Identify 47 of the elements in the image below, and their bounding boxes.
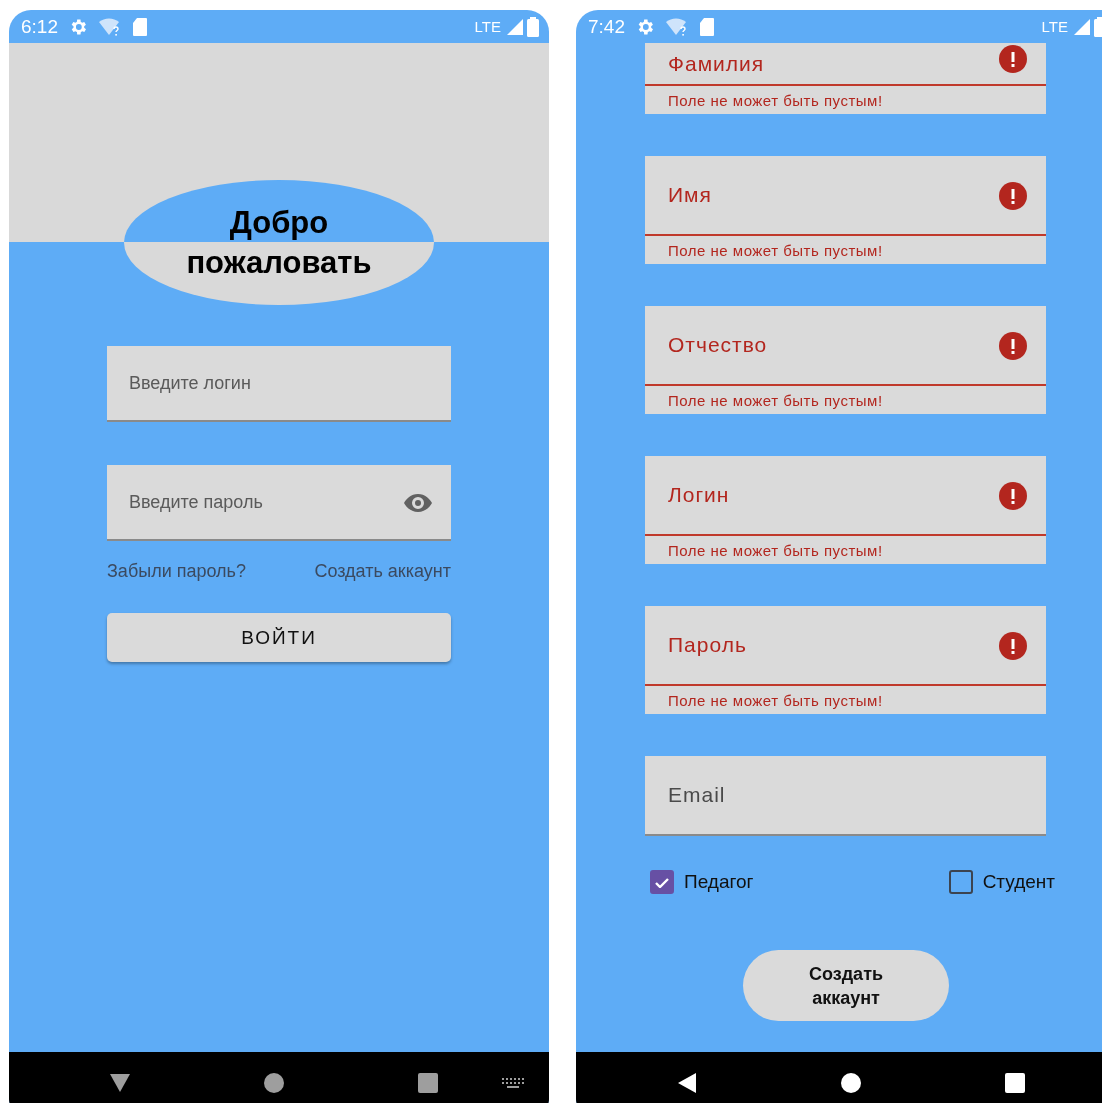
error-message: Поле не может быть пустым!: [645, 536, 1046, 564]
network-label: LTE: [1041, 18, 1068, 35]
home-icon[interactable]: [840, 1071, 862, 1094]
wifi-icon: [665, 16, 689, 37]
battery-icon: [1094, 16, 1102, 37]
create-account-button[interactable]: Создать аккаунт: [743, 950, 949, 1021]
error-message: Поле не может быть пустым!: [645, 686, 1046, 714]
clock: 6:12: [21, 15, 58, 38]
home-icon[interactable]: [263, 1071, 285, 1094]
login-button[interactable]: ВОЙТИ: [107, 613, 451, 662]
signal-icon: [506, 17, 524, 36]
input-field[interactable]: Пароль: [645, 606, 1046, 686]
eye-icon[interactable]: [403, 493, 433, 513]
checkbox[interactable]: [650, 870, 674, 894]
keyboard-icon[interactable]: [502, 1078, 524, 1088]
battery-icon: [527, 16, 539, 37]
recents-icon[interactable]: [417, 1071, 439, 1094]
error-icon: [999, 632, 1027, 660]
input-field[interactable]: Имя: [645, 156, 1046, 236]
link[interactable]: Создать аккаунт: [314, 561, 451, 582]
clock: 7:42: [588, 15, 625, 38]
wifi-icon: [98, 16, 122, 37]
input-field[interactable]: Введите логин: [107, 346, 451, 422]
network-label: LTE: [474, 18, 501, 35]
checkbox[interactable]: [948, 870, 973, 894]
error-icon: [999, 45, 1027, 73]
link[interactable]: Забыли пароль?: [107, 561, 246, 582]
checkbox-label: Педагог: [684, 871, 754, 893]
sd-card-icon: [132, 16, 148, 37]
down-triangle-icon[interactable]: [109, 1071, 131, 1094]
error-message: Поле не может быть пустым!: [645, 86, 1046, 114]
error-icon: [999, 482, 1027, 510]
error-icon: [999, 182, 1027, 210]
error-message: Поле не может быть пустым!: [645, 236, 1046, 264]
back-icon[interactable]: [676, 1071, 698, 1094]
error-message: Поле не может быть пустым!: [645, 386, 1046, 414]
input-field[interactable]: Отчество: [645, 306, 1046, 386]
signal-icon: [1073, 17, 1091, 36]
input-field[interactable]: Фамилия: [645, 43, 1046, 86]
input-field[interactable]: Email: [645, 756, 1046, 836]
checkbox-label: Студент: [982, 871, 1055, 893]
input-field[interactable]: Логин: [645, 456, 1046, 536]
input-field[interactable]: Введите пароль: [107, 465, 451, 541]
check-mark-icon: [655, 876, 669, 888]
error-icon: [999, 332, 1027, 360]
recents-icon[interactable]: [1004, 1071, 1026, 1094]
sd-card-icon: [699, 16, 715, 37]
